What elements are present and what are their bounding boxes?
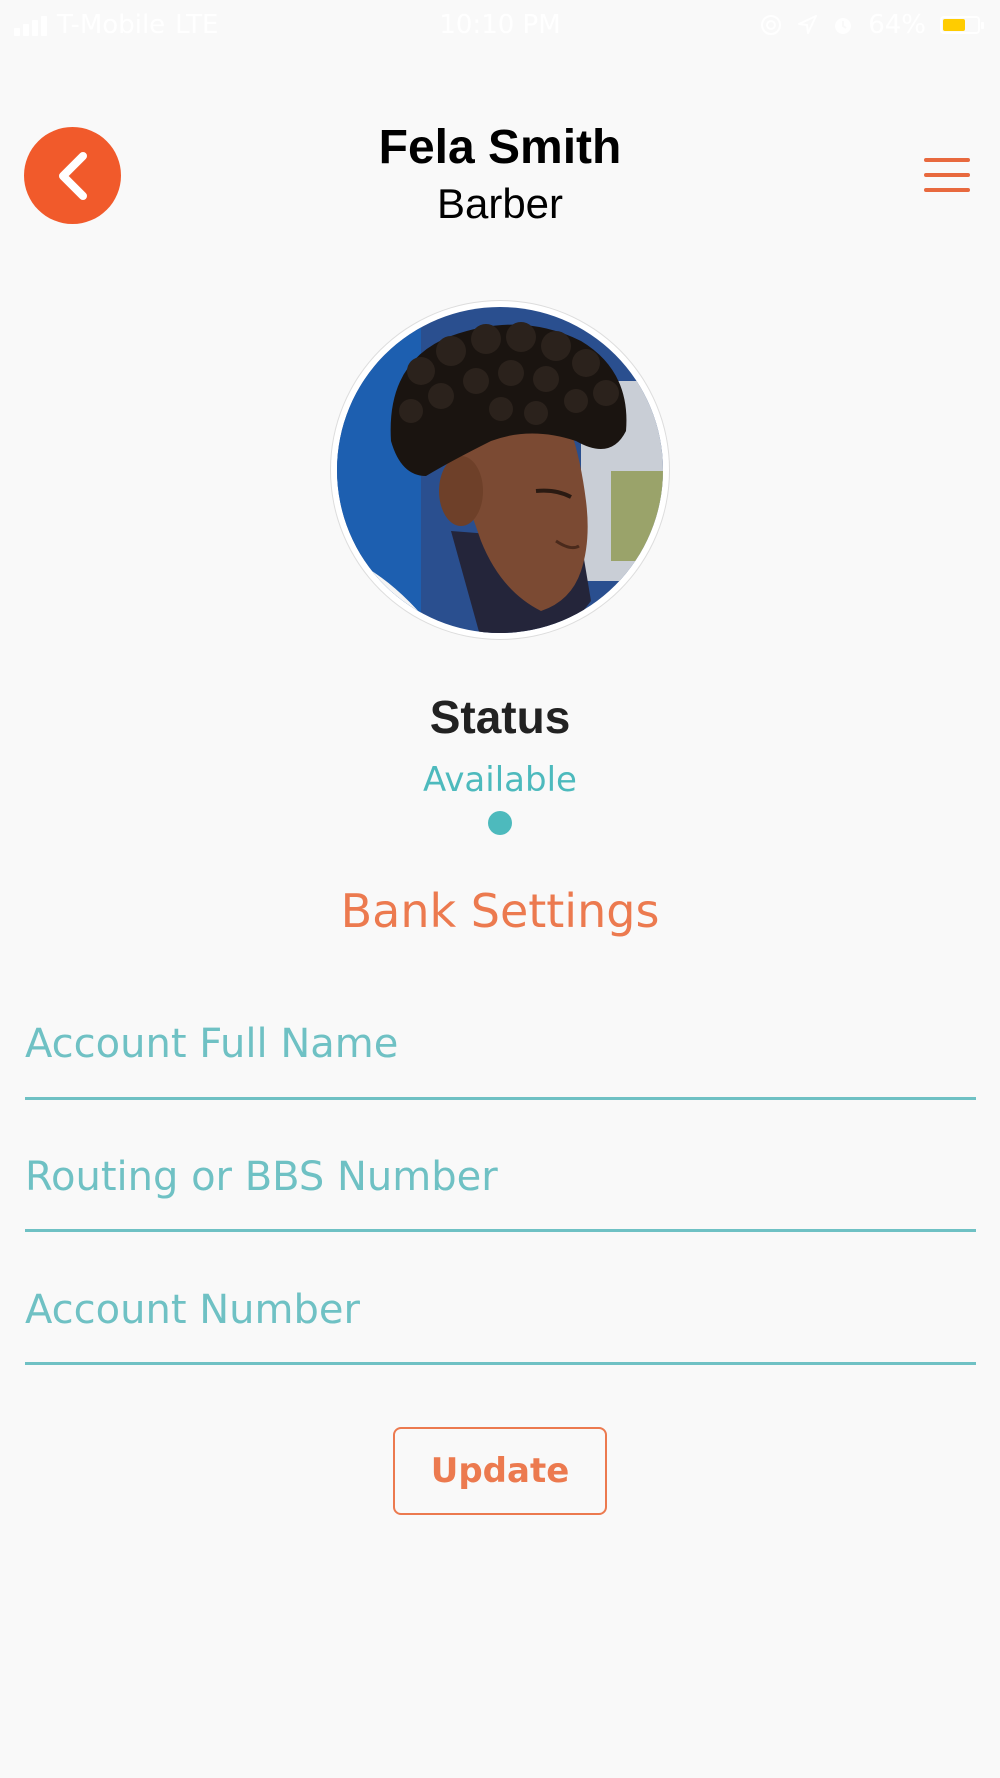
battery-fill: [943, 19, 965, 31]
account-full-name-input[interactable]: [25, 999, 976, 1089]
bank-settings-title: Bank Settings: [340, 884, 660, 938]
profile-name: Fela Smith: [378, 121, 622, 174]
avatar-photo: [332, 302, 668, 638]
battery-icon: [940, 16, 984, 34]
status-right: 64%: [760, 10, 984, 40]
profile-role: Barber: [436, 180, 564, 227]
location-arrow-icon: [798, 15, 818, 34]
status-value: Available: [423, 760, 577, 800]
alarm-icon: [835, 18, 852, 34]
hamburger-menu-icon[interactable]: [924, 158, 970, 192]
status-heading: Status: [429, 691, 571, 743]
battery-percent: 64%: [868, 10, 926, 40]
bank-settings-screen: T-Mobile LTE 10:10 PM 64% Fela Smith Bar…: [0, 0, 1000, 1778]
account-number-input[interactable]: [25, 1265, 976, 1355]
avatar: [331, 301, 669, 639]
status-bar: T-Mobile LTE 10:10 PM 64%: [0, 0, 1000, 50]
routing-number-input[interactable]: [25, 1132, 976, 1222]
account-full-name-underline: [25, 1097, 976, 1100]
update-button[interactable]: Update: [393, 1427, 607, 1515]
account-number-underline: [25, 1362, 976, 1365]
at-icon: [761, 15, 782, 35]
status-dot: [488, 811, 512, 835]
routing-number-underline: [25, 1229, 976, 1232]
